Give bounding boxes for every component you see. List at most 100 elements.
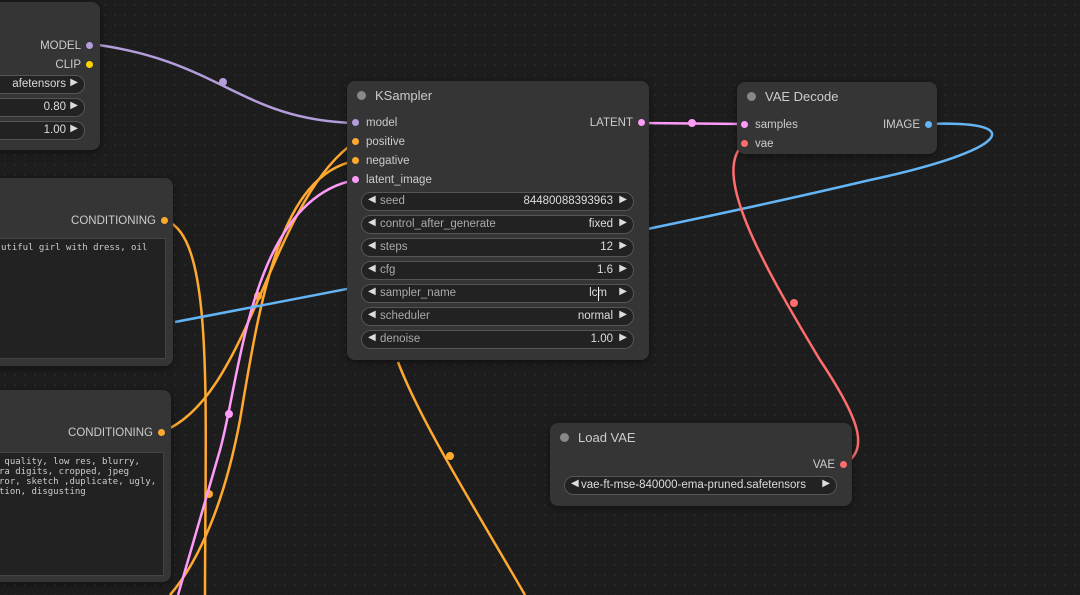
load-vae-node[interactable]: Load VAE VAE ◀ vae-ft-mse-840000-ema-pru… [550, 423, 852, 506]
wire-latent-image-midpoint[interactable] [225, 410, 233, 418]
sampler-name-label: sampler_name [380, 287, 457, 299]
seed-widget[interactable]: ◀ seed 84480088393963 ▶ [361, 192, 634, 211]
ksampler-node[interactable]: KSampler model positive negative latent_… [347, 81, 649, 360]
vae-input[interactable]: vae [741, 136, 774, 152]
wire-vae[interactable] [732, 142, 860, 467]
ckpt-name-next-icon[interactable]: ▶ [70, 77, 78, 88]
positive-conditioning-label: CONDITIONING [71, 215, 156, 227]
wire-negative[interactable] [169, 159, 356, 595]
denoise-inc-icon[interactable]: ▶ [619, 332, 627, 343]
wire-positive-2-midpoint[interactable] [254, 292, 262, 300]
model-input[interactable]: model [352, 115, 397, 131]
positive-prompt-textarea[interactable]: utiful girl with dress, oil [0, 238, 166, 359]
model-input-dot[interactable] [352, 119, 359, 126]
vae-name-value: vae-ft-mse-840000-ema-pruned.safetensors [581, 479, 807, 491]
load-vae-collapse-dot[interactable] [560, 433, 569, 442]
wire-vae-midpoint[interactable] [790, 299, 798, 307]
vae-input-dot[interactable] [741, 140, 748, 147]
ckpt-name-widget[interactable]: afetensors ▶ [0, 75, 85, 94]
image-output[interactable]: IMAGE [883, 117, 932, 133]
seed-dec-icon[interactable]: ◀ [368, 194, 376, 205]
model-output-dot[interactable] [86, 42, 93, 49]
control-after-generate-prev-icon[interactable]: ◀ [368, 217, 376, 228]
denoise-widget[interactable]: ◀ denoise 1.00 ▶ [361, 330, 634, 349]
samples-input-dot[interactable] [741, 121, 748, 128]
wire-conditioning-down[interactable] [396, 361, 527, 595]
latent-output-dot[interactable] [638, 119, 645, 126]
wire-latent-image[interactable] [176, 178, 356, 595]
image-output-label: IMAGE [882, 119, 920, 131]
sampler-name-prev-icon[interactable]: ◀ [368, 286, 376, 297]
latent-image-input[interactable]: latent_image [352, 172, 432, 188]
vae-output-label: VAE [812, 459, 835, 471]
wire-conditioning-down-midpoint[interactable] [446, 452, 454, 460]
vae-decode-title: VAE Decode [765, 89, 839, 104]
control-after-generate-next-icon[interactable]: ▶ [619, 217, 627, 228]
control-after-generate-value: fixed [588, 218, 613, 230]
ksampler-collapse-dot[interactable] [357, 91, 366, 100]
steps-inc-icon[interactable]: ▶ [619, 240, 627, 251]
wire-latent[interactable] [640, 121, 746, 126]
lora-strength-model-inc-icon[interactable]: ▶ [70, 100, 78, 111]
denoise-value: 1.00 [590, 333, 613, 345]
wire-positive-midpoint[interactable] [205, 490, 213, 498]
vae-output-dot[interactable] [840, 461, 847, 468]
seed-label: seed [380, 195, 405, 207]
negative-conditioning-label: CONDITIONING [68, 427, 153, 439]
sampler-name-widget[interactable]: ◀ sampler_name lcm ▶ [361, 284, 634, 303]
negative-input[interactable]: negative [352, 153, 409, 169]
lora-strength-clip-widget[interactable]: 1.00 ▶ [0, 121, 85, 140]
steps-widget[interactable]: ◀ steps 12 ▶ [361, 238, 634, 257]
denoise-dec-icon[interactable]: ◀ [368, 332, 376, 343]
cfg-label: cfg [380, 264, 396, 276]
positive-input[interactable]: positive [352, 134, 405, 150]
positive-conditioning-output[interactable]: CONDITIONING [71, 213, 168, 229]
negative-input-dot[interactable] [352, 157, 359, 164]
latent-image-input-dot[interactable] [352, 176, 359, 183]
ksampler-title-bar[interactable]: KSampler [347, 81, 649, 109]
scheduler-prev-icon[interactable]: ◀ [368, 309, 376, 320]
image-output-dot[interactable] [925, 121, 932, 128]
negative-prompt-textarea[interactable]: quality, low res, blurry, ra digits, cro… [0, 452, 164, 576]
wire-latent-midpoint[interactable] [688, 119, 696, 127]
samples-input[interactable]: samples [741, 117, 798, 133]
scheduler-next-icon[interactable]: ▶ [619, 309, 627, 320]
vae-output[interactable]: VAE [813, 457, 847, 473]
vae-name-next-icon[interactable]: ▶ [822, 478, 830, 489]
ksampler-title: KSampler [375, 88, 433, 103]
negative-prompt-node[interactable]: ) CONDITIONING quality, low res, blurry,… [0, 390, 171, 582]
vae-decode-node[interactable]: VAE Decode samples vae IMAGE [737, 82, 937, 154]
load-vae-title-bar[interactable]: Load VAE [550, 423, 852, 451]
wire-positive-2[interactable] [160, 140, 356, 434]
positive-conditioning-dot[interactable] [161, 217, 168, 224]
lora-strength-model-widget[interactable]: 0.80 ▶ [0, 98, 85, 117]
wire-model[interactable] [90, 42, 356, 125]
latent-output[interactable]: LATENT [590, 115, 645, 131]
positive-prompt-node[interactable]: CONDITIONING utiful girl with dress, oil [0, 178, 173, 366]
cfg-widget[interactable]: ◀ cfg 1.6 ▶ [361, 261, 634, 280]
vae-decode-title-bar[interactable]: VAE Decode [737, 82, 937, 110]
negative-prompt-title-bar[interactable]: ) [0, 390, 171, 418]
sampler-name-next-icon[interactable]: ▶ [619, 286, 627, 297]
clip-output[interactable]: CLIP [55, 57, 93, 73]
vae-decode-collapse-dot[interactable] [747, 92, 756, 101]
positive-input-dot[interactable] [352, 138, 359, 145]
lora-strength-clip-inc-icon[interactable]: ▶ [70, 123, 78, 134]
load-vae-title: Load VAE [578, 430, 636, 445]
model-output[interactable]: MODEL [40, 38, 93, 54]
vae-name-widget[interactable]: ◀ vae-ft-mse-840000-ema-pruned.safetenso… [564, 476, 837, 495]
denoise-label: denoise [380, 333, 421, 345]
seed-inc-icon[interactable]: ▶ [619, 194, 627, 205]
negative-conditioning-dot[interactable] [158, 429, 165, 436]
cfg-inc-icon[interactable]: ▶ [619, 263, 627, 274]
cfg-dec-icon[interactable]: ◀ [368, 263, 376, 274]
control-after-generate-widget[interactable]: ◀ control_after_generate fixed ▶ [361, 215, 634, 234]
vae-name-prev-icon[interactable]: ◀ [571, 478, 579, 489]
checkpoint-loader-node[interactable]: MODEL CLIP afetensors ▶ 0.80 ▶ 1.00 ▶ [0, 2, 100, 150]
clip-output-dot[interactable] [86, 61, 93, 68]
steps-dec-icon[interactable]: ◀ [368, 240, 376, 251]
scheduler-widget[interactable]: ◀ scheduler normal ▶ [361, 307, 634, 326]
wire-model-midpoint[interactable] [219, 78, 227, 86]
steps-value: 12 [600, 241, 613, 253]
negative-conditioning-output[interactable]: CONDITIONING [68, 425, 165, 441]
